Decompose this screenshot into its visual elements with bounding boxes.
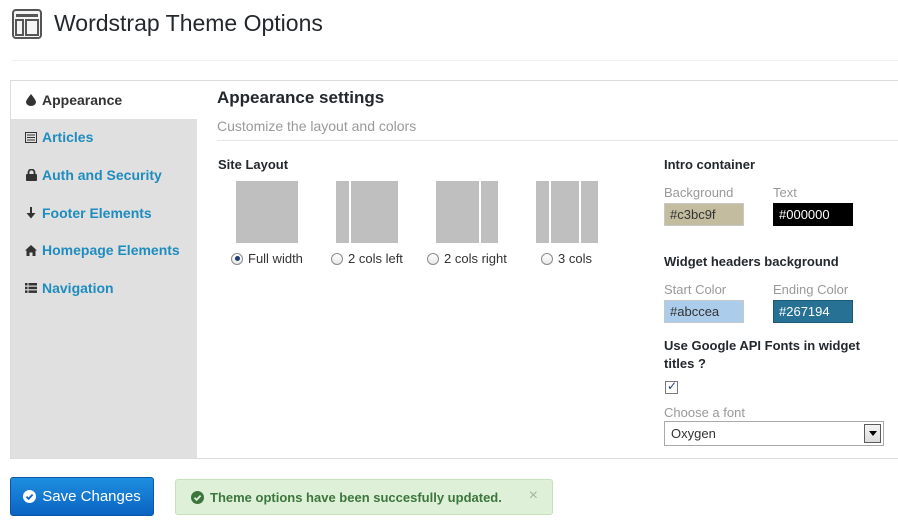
check-circle-icon [191,490,204,504]
chevron-down-icon[interactable] [864,424,881,443]
alert-message: Theme options have been succesfully upda… [210,489,502,505]
radio-label: 2 cols left [348,251,403,266]
save-changes-button[interactable]: Save Changes [10,477,154,516]
radio-full-width[interactable] [231,252,243,265]
background-label: Background [664,185,734,200]
lock-icon [25,168,37,181]
sidebar-item-footer-elements[interactable]: Footer Elements [11,194,197,232]
success-alert: Theme options have been succesfully upda… [175,479,553,515]
sidebar-item-label: Navigation [42,279,114,296]
layout-thumb-2-cols-left[interactable] [336,181,398,243]
save-changes-label: Save Changes [42,488,141,505]
layout-thumb-full-width[interactable] [236,181,298,243]
sidebar-item-articles[interactable]: Articles [11,119,197,157]
sidebar-item-appearance[interactable]: Appearance [11,81,197,119]
section-divider [217,140,898,141]
arrow-down-icon [25,206,37,219]
google-fonts-checkbox[interactable] [665,379,678,394]
sidebar-item-navigation[interactable]: Navigation [11,269,197,307]
radio-3-cols-row[interactable]: 3 cols [541,251,592,266]
ending-color-label: Ending Color [773,282,849,297]
sidebar-item-label: Homepage Elements [42,242,180,259]
radio-2-cols-left-row[interactable]: 2 cols left [331,251,403,266]
section-title: Appearance settings [217,88,385,107]
radio-2-cols-right[interactable] [427,252,439,265]
choose-font-label: Choose a font [664,405,745,420]
appearance-settings: Appearance settings Customize the layout… [197,81,898,458]
layout-thumb-2-cols-right[interactable] [436,181,498,243]
sidebar: Appearance Articles Auth and Security Fo… [11,81,197,458]
close-icon[interactable]: × [529,487,538,505]
radio-label: 2 cols right [444,251,507,266]
title-divider [12,60,898,61]
radio-full-width-row[interactable]: Full width [231,251,303,266]
check-circle-icon [23,490,37,503]
radio-label: Full width [248,251,303,266]
ending-color-input[interactable]: #267194 [773,300,853,323]
layout-icon [12,9,42,39]
sidebar-item-label: Auth and Security [42,166,162,183]
home-icon [25,244,37,256]
text-label: Text [773,185,797,200]
google-fonts-heading: Use Google API Fonts in widget titles ? [664,338,860,371]
sidebar-item-auth-security[interactable]: Auth and Security [11,156,197,194]
start-color-input[interactable]: #abccea [664,300,744,323]
widget-headers-heading: Widget headers background [664,254,839,269]
sidebar-item-label: Footer Elements [42,204,152,221]
start-color-label: Start Color [664,282,727,297]
options-panel: Appearance Articles Auth and Security Fo… [10,80,898,459]
text-color-input[interactable]: #000000 [773,203,853,226]
background-color-input[interactable]: #c3bc9f [664,203,744,226]
section-subtitle: Customize the layout and colors [217,118,417,134]
list-bullets-icon [25,282,37,294]
radio-label: 3 cols [558,251,592,266]
radio-3-cols[interactable] [541,252,553,265]
layout-thumb-3-cols[interactable] [536,181,598,243]
sidebar-item-label: Articles [42,129,94,146]
radio-2-cols-right-row[interactable]: 2 cols right [427,251,507,266]
intro-container-heading: Intro container [664,157,756,172]
sidebar-item-label: Appearance [42,91,123,108]
radio-2-cols-left[interactable] [331,252,343,265]
sidebar-item-homepage-elements[interactable]: Homepage Elements [11,231,197,269]
site-layout-heading: Site Layout [218,157,289,172]
drop-icon [25,93,37,106]
font-select[interactable]: Oxygen [664,421,884,446]
page-title: Wordstrap Theme Options [54,10,323,36]
font-select-value: Oxygen [671,426,716,441]
list-icon [25,131,37,143]
